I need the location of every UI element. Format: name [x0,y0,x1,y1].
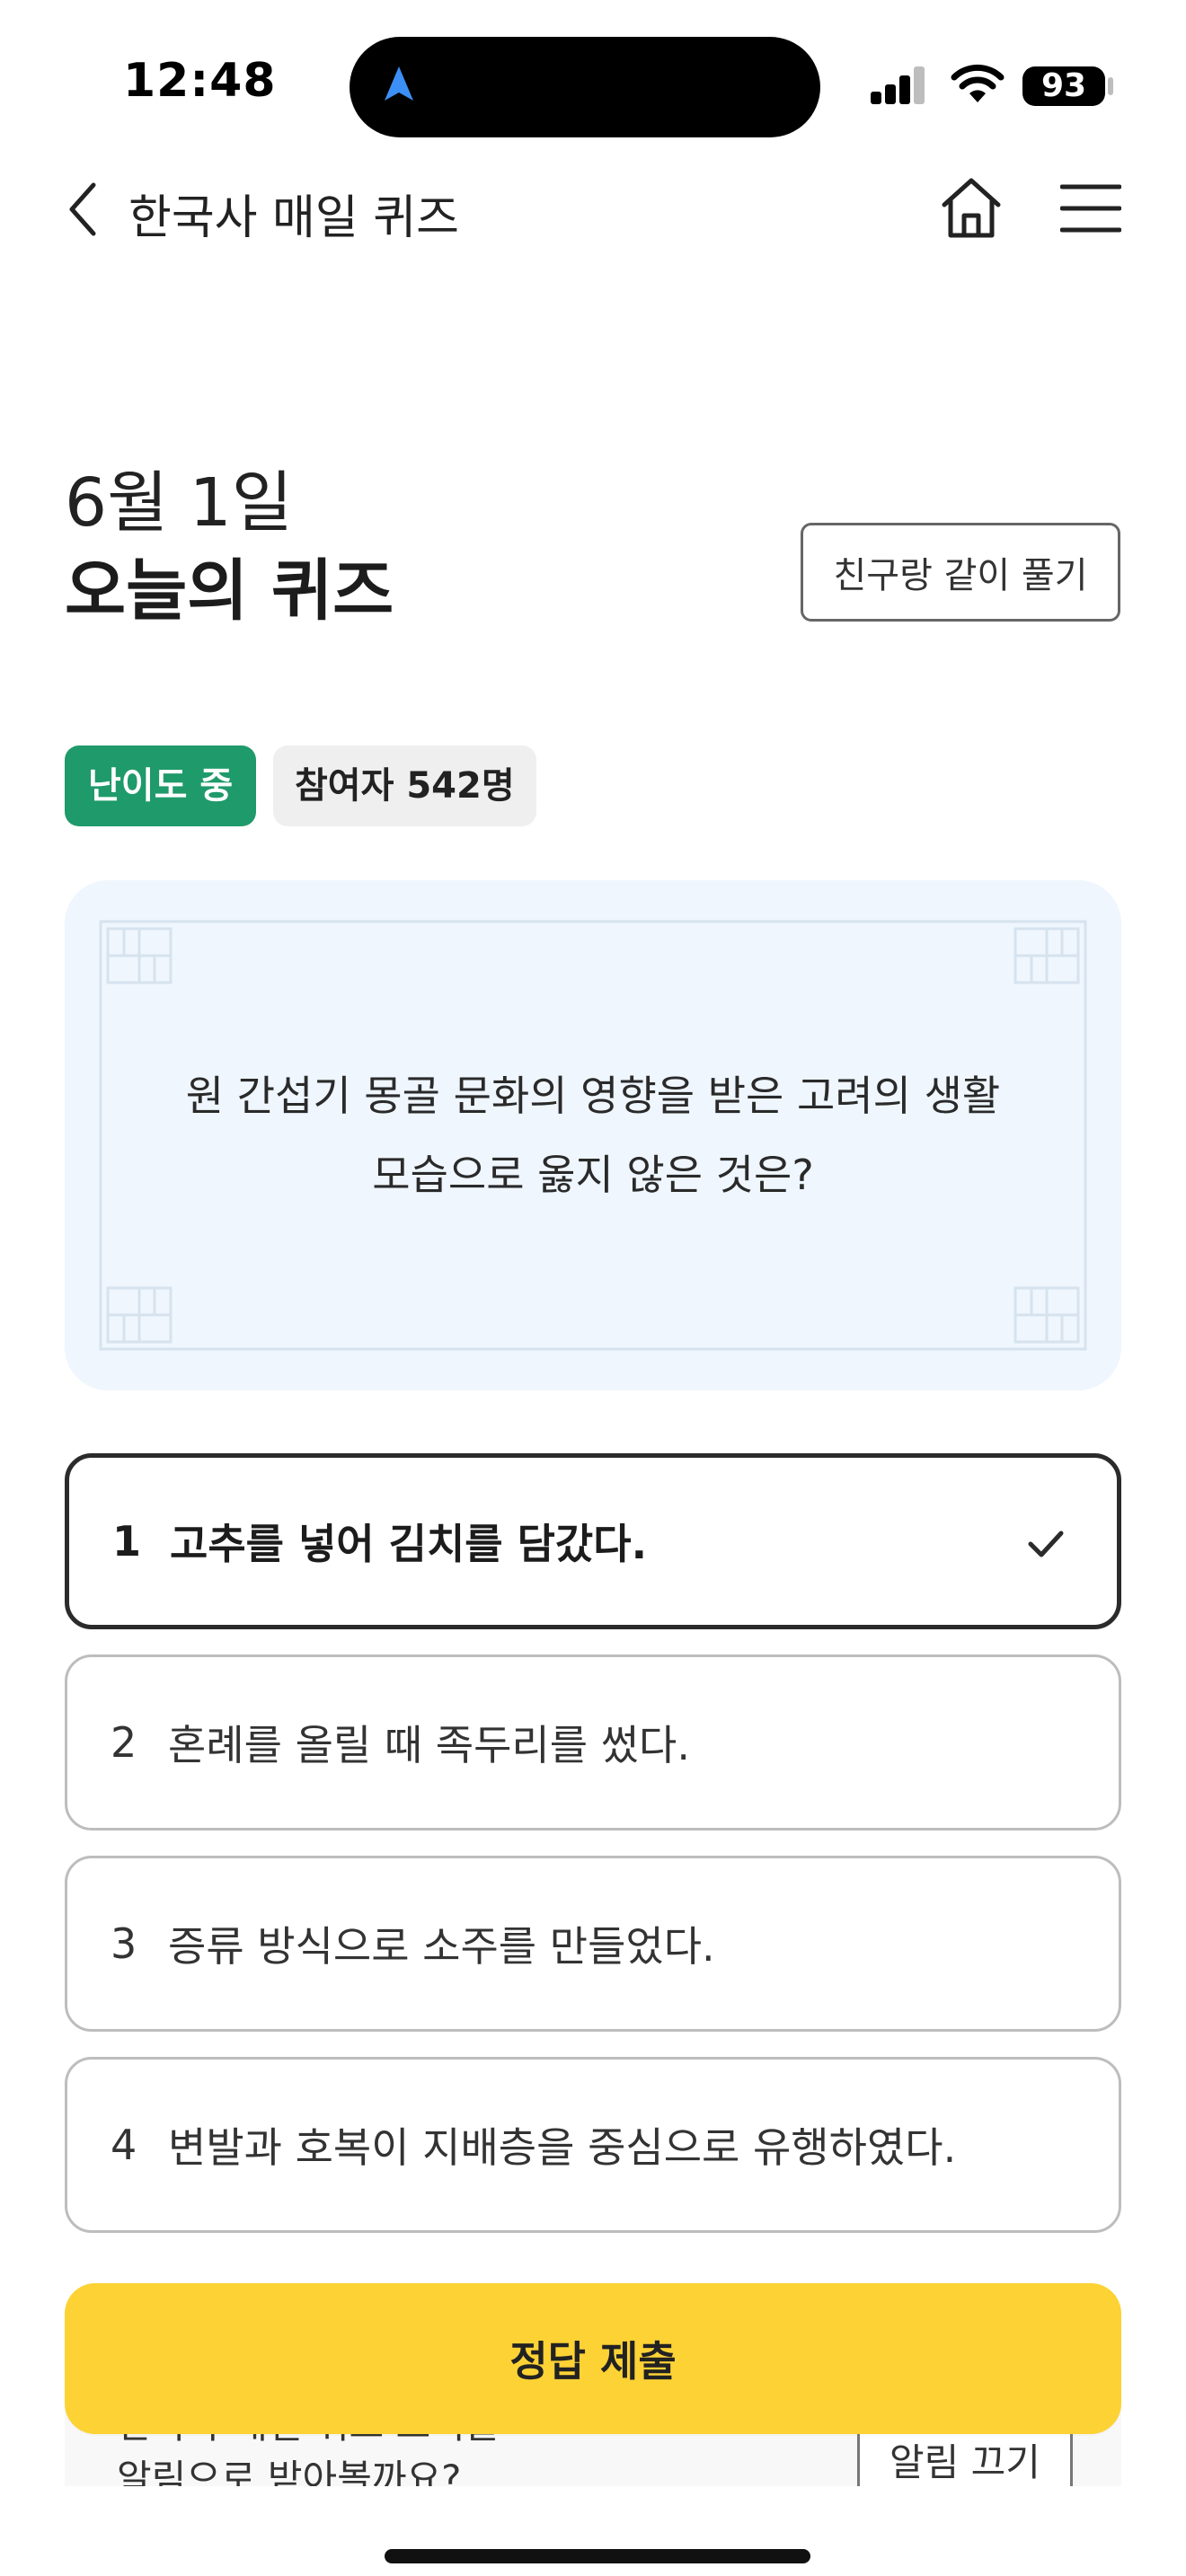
answer-option-2[interactable]: 2 혼례를 올릴 때 족두리를 썼다. [65,1654,1121,1831]
option-text: 변발과 호복이 지배층을 중심으로 유행하였다. [168,2123,957,2172]
question-card: 원 간섭기 몽골 문화의 영향을 받은 고려의 생활 모습으로 옳지 않은 것은… [65,880,1121,1390]
option-text: 고추를 넣어 김치를 담갔다. [170,1520,648,1568]
home-indicator [385,2549,810,2563]
check-icon [1028,1531,1064,1557]
battery-indicator: 93 [1022,66,1105,106]
quiz-date: 6월 1일 [65,464,293,542]
submit-answer-button[interactable]: 정답 제출 [65,2283,1121,2434]
solve-with-friend-button[interactable]: 친구랑 같이 풀기 [801,523,1120,622]
status-time: 12:48 [123,54,277,108]
notification-off-label: 알림 끄기 [890,2440,1040,2484]
answer-option-4[interactable]: 4 변발과 호복이 지배층을 중심으로 유행하였다. [65,2057,1121,2233]
option-text: 증류 방식으로 소주를 만들었다. [168,1922,715,1971]
answer-option-1[interactable]: 1 고추를 넣어 김치를 담갔다. [65,1453,1121,1629]
hamburger-menu-icon[interactable] [1060,183,1121,234]
option-number: 3 [111,1919,137,1968]
difficulty-badge: 난이도 중 [65,745,257,826]
option-number: 1 [112,1517,142,1566]
battery-cap [1108,77,1113,95]
option-number: 4 [111,2121,137,2169]
answer-option-3[interactable]: 3 증류 방식으로 소주를 만들었다. [65,1856,1121,2032]
home-icon[interactable] [940,176,1003,241]
option-number: 2 [111,1718,137,1767]
option-text: 혼례를 올릴 때 족두리를 썼다. [168,1721,690,1769]
question-text: 원 간섭기 몽골 문화의 영향을 받은 고려의 생활 모습으로 옳지 않은 것은… [185,1072,1001,1199]
question-text-wrap: 원 간섭기 몽골 문화의 영향을 받은 고려의 생활 모습으로 옳지 않은 것은… [65,880,1121,1390]
back-chevron-icon[interactable] [65,180,101,239]
nav-title: 한국사 매일 퀴즈 [128,191,459,245]
wifi-icon [951,64,1005,102]
navigation-arrow-icon [385,66,413,101]
page-title: 오늘의 퀴즈 [65,552,394,630]
notification-line-2: 알림으로 받아볼까요? [117,2457,462,2486]
participants-badge: 참여자 542명 [273,745,536,826]
cellular-signal-icon [871,66,925,104]
